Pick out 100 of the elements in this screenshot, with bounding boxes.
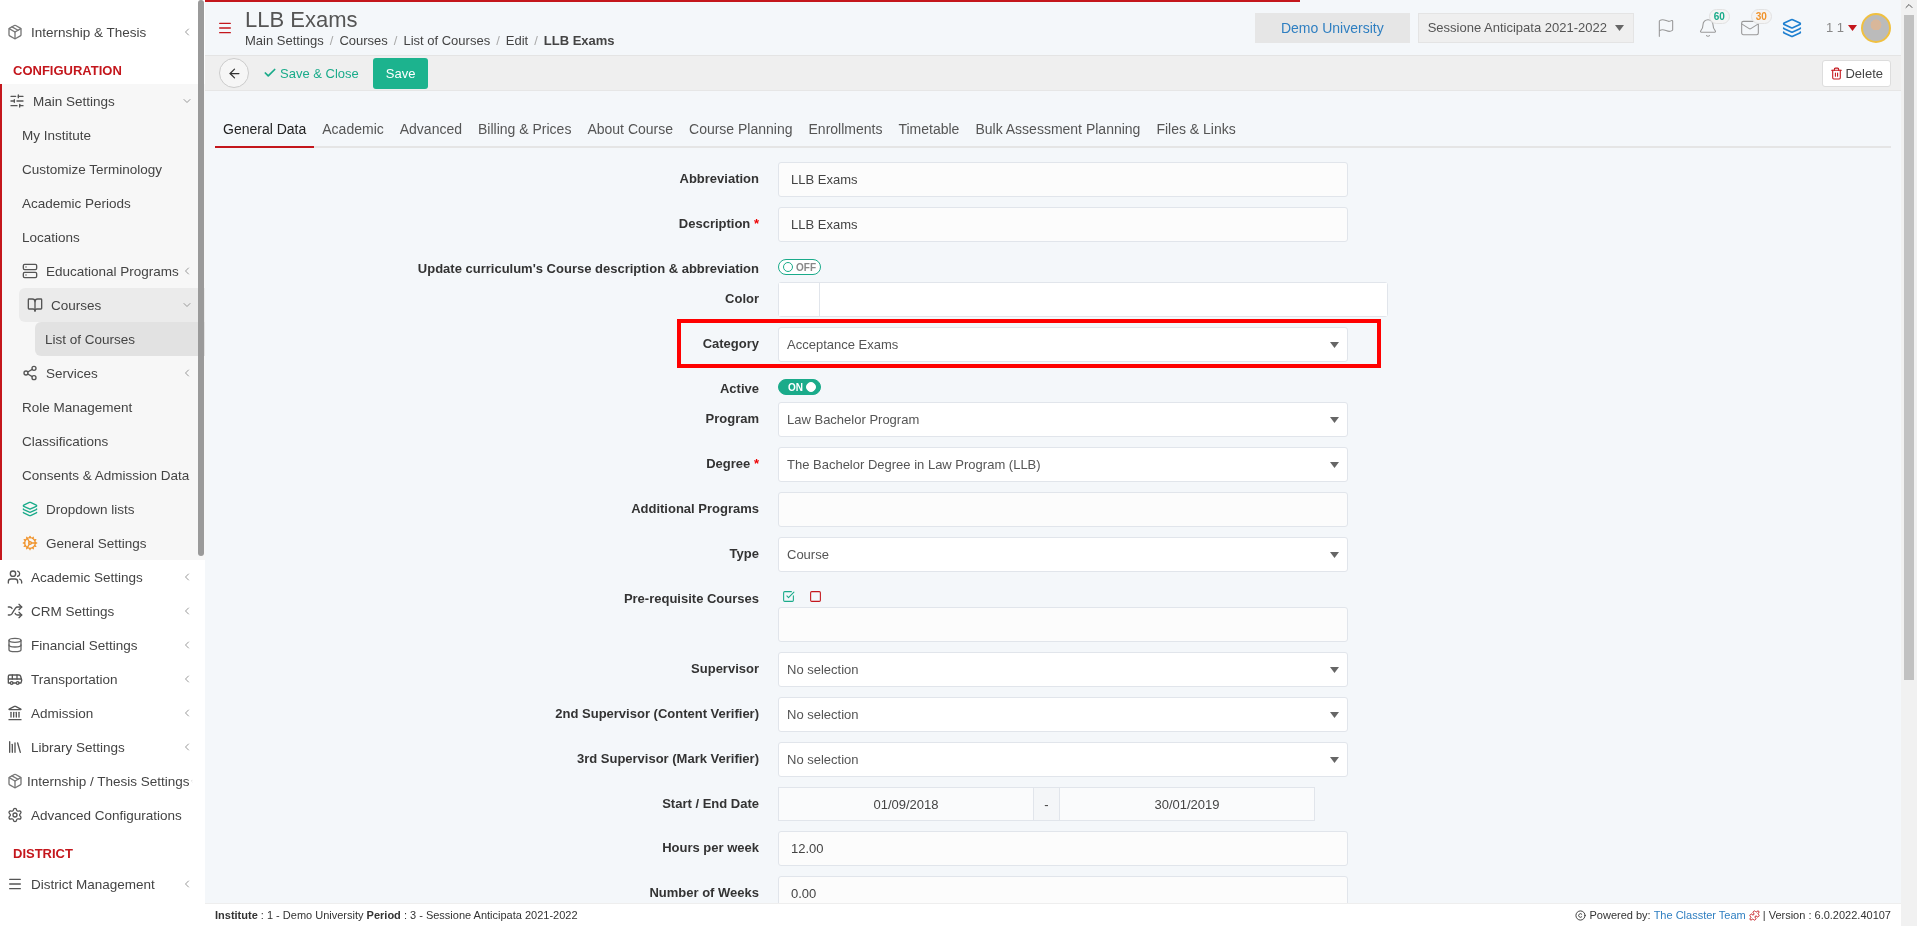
- text-field[interactable]: LLB Exams: [778, 207, 1348, 242]
- sidebar-item[interactable]: District Management: [0, 867, 205, 901]
- field-label: Degree *: [705, 455, 759, 473]
- caret-icon: [1330, 551, 1339, 558]
- database-icon: [7, 637, 23, 653]
- sidebar-item[interactable]: Dropdown lists: [2, 492, 205, 526]
- tab[interactable]: Advanced: [391, 113, 471, 148]
- scrollbar[interactable]: [1901, 0, 1917, 926]
- sidebar-item[interactable]: Admission: [0, 696, 205, 730]
- bank-building-icon: [7, 705, 23, 721]
- institute-button[interactable]: Demo University: [1254, 12, 1410, 43]
- sidebar-item[interactable]: Customize Terminology: [2, 152, 205, 186]
- text-field[interactable]: 0.00: [778, 876, 1348, 903]
- sidebar-item[interactable]: Locations: [2, 220, 205, 254]
- sidebar-item[interactable]: Advanced Configurations: [0, 798, 205, 832]
- toggle-switch[interactable]: OFF: [778, 259, 821, 275]
- delete-button[interactable]: Delete: [1822, 59, 1891, 87]
- sidebar-item[interactable]: Educational Programs: [2, 254, 205, 288]
- sidebar-item[interactable]: Internship / Thesis Settings: [0, 764, 205, 798]
- tab[interactable]: Bulk Assessment Planning: [967, 113, 1149, 148]
- text-field[interactable]: [778, 607, 1348, 642]
- sidebar-item[interactable]: General Settings: [2, 526, 205, 560]
- text-field[interactable]: [778, 492, 1348, 527]
- tab[interactable]: General Data: [215, 113, 315, 148]
- scrollbar-thumb[interactable]: [198, 0, 204, 556]
- context-info: Institute : 1 - Demo University Period : 3 - Sessione Anticipata 2021-2022: [215, 909, 579, 921]
- field-label: Category: [701, 335, 759, 353]
- text-field[interactable]: 12.00: [778, 831, 1348, 866]
- tab[interactable]: Billing & Prices: [470, 113, 580, 148]
- sidebar-item[interactable]: Library Settings: [0, 730, 205, 764]
- field-label: Supervisor: [690, 660, 759, 678]
- tab[interactable]: About Course: [579, 113, 681, 148]
- logo-icon: [1748, 909, 1760, 921]
- sidebar-item[interactable]: Services: [2, 356, 205, 390]
- server-icon: [22, 263, 38, 279]
- check-icon: [263, 66, 277, 80]
- trash-icon: [1830, 66, 1844, 80]
- clear-icon[interactable]: [809, 590, 822, 603]
- breadcrumb-link[interactable]: Main Settings: [245, 33, 324, 48]
- breadcrumb-link[interactable]: Courses: [339, 33, 388, 48]
- box-icon: [7, 773, 23, 789]
- avatar[interactable]: [1861, 12, 1891, 43]
- tab[interactable]: Timetable: [890, 113, 968, 148]
- sidebar-item[interactable]: Academic Periods: [2, 186, 205, 220]
- tab[interactable]: Course Planning: [681, 113, 801, 148]
- select-field[interactable]: Acceptance Exams: [778, 327, 1348, 362]
- caret-icon: [1330, 341, 1339, 348]
- sidebar-item[interactable]: List of Courses: [35, 322, 205, 356]
- tab[interactable]: Files & Links: [1148, 113, 1244, 148]
- sidebar-item[interactable]: Courses: [19, 288, 205, 322]
- breadcrumb-link[interactable]: LLB Exams: [543, 33, 615, 48]
- date-field[interactable]: 30/01/2019: [1059, 787, 1315, 821]
- field-label: Hours per week: [661, 839, 759, 857]
- caret-icon: [1330, 416, 1339, 423]
- caret-icon: [1330, 461, 1339, 468]
- text-field[interactable]: LLB Exams: [778, 162, 1348, 197]
- message-count: 30: [1750, 8, 1772, 24]
- caret-icon: [1330, 756, 1339, 763]
- people-icon: [7, 569, 23, 585]
- breadcrumb-link[interactable]: List of Courses: [403, 33, 491, 48]
- sidebar-item[interactable]: Academic Settings: [0, 560, 205, 594]
- date-field[interactable]: 01/09/2018: [778, 787, 1034, 821]
- period-select[interactable]: Sessione Anticipata 2021-2022: [1417, 12, 1634, 43]
- caret-icon: [1330, 711, 1339, 718]
- team-link[interactable]: The Classter Team: [1653, 909, 1746, 921]
- field-label: Additional Programs: [630, 500, 759, 518]
- field-label: Abbreviation: [678, 170, 759, 188]
- field-label: Update curriculum's Course description & abbreviation: [416, 260, 759, 276]
- sidebar-item[interactable]: Internship & Thesis: [0, 15, 205, 49]
- breadcrumb-separator: /: [329, 33, 334, 48]
- powered-by-text: Powered by:: [1589, 909, 1651, 921]
- page-title: LLB Exams: [245, 7, 359, 33]
- caret-icon: [1614, 24, 1624, 31]
- tab[interactable]: Enrollments: [800, 113, 891, 148]
- select-field[interactable]: No selection: [778, 652, 1348, 687]
- select-field[interactable]: No selection: [778, 697, 1348, 732]
- select-field[interactable]: No selection: [778, 742, 1348, 777]
- sidebar-item[interactable]: My Institute: [2, 118, 205, 152]
- section-heading: CONFIGURATION: [12, 62, 123, 80]
- select-field[interactable]: The Bachelor Degree in Law Program (LLB): [778, 447, 1348, 482]
- select-field[interactable]: Course: [778, 537, 1348, 572]
- color-field[interactable]: [778, 282, 1388, 317]
- caret-icon: [1330, 666, 1339, 673]
- breadcrumb-separator: /: [496, 33, 500, 48]
- sidebar-item[interactable]: Financial Settings: [0, 628, 205, 662]
- select-all-icon[interactable]: [782, 590, 795, 603]
- field-label: Pre-requisite Courses: [622, 590, 759, 608]
- sidebar-item[interactable]: CRM Settings: [0, 594, 205, 628]
- back-button[interactable]: [219, 58, 249, 88]
- field-label: Type: [728, 545, 759, 563]
- sidebar-item[interactable]: Consents & Admission Data: [2, 458, 205, 492]
- tab[interactable]: Academic: [314, 113, 392, 148]
- layers-icon[interactable]: [1781, 17, 1802, 38]
- sidebar-item[interactable]: Main Settings: [2, 84, 205, 118]
- select-field[interactable]: Law Bachelor Program: [778, 402, 1348, 437]
- sidebar-item[interactable]: Transportation: [0, 662, 205, 696]
- gear-icon: [22, 535, 38, 551]
- sidebar-item[interactable]: Classifications: [2, 424, 205, 458]
- sidebar-item[interactable]: Role Management: [2, 390, 205, 424]
- breadcrumb-link[interactable]: Edit: [505, 33, 529, 48]
